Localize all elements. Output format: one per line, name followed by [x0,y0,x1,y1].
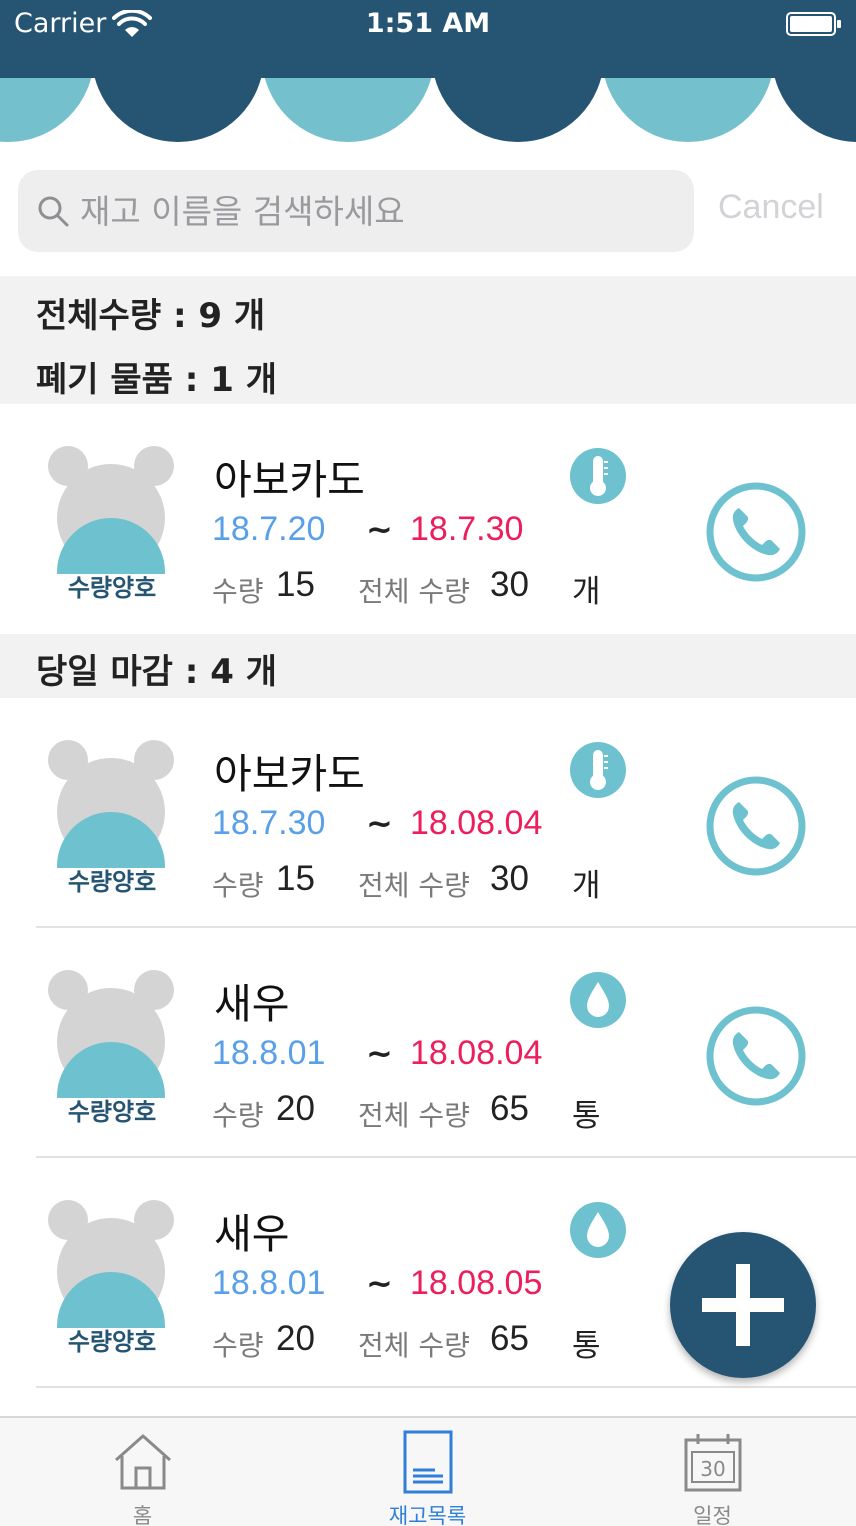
summary-header: 전체수량 : 9 개 폐기 물품 : 1 개 [0,276,856,404]
mascot-quantity-icon [44,970,174,1098]
status-bar: Carrier 1:51 AM [0,0,856,78]
tab-home-label: 홈 [132,1504,153,1526]
inventory-item-row[interactable]: 수량양호 아보카도 18.7.20 ~18.7.30 수량 15 전체 수량 30 개 [0,404,856,634]
wave-scallops [0,78,856,148]
add-item-button[interactable] [670,1232,816,1378]
unit-label: 개 [572,868,601,904]
call-button[interactable] [704,1004,808,1108]
total-quantity-label: 전체 수량 [358,575,470,608]
quantity-label: 수량 [212,1099,264,1132]
quantity-value: 20 [276,1319,315,1358]
quantity-label: 수량 [212,1329,264,1362]
quantity-status-label: 수량양호 [67,1098,157,1126]
tab-schedule-label: 일정 [693,1504,732,1526]
search-row: Cancel [0,148,856,276]
call-button[interactable] [704,774,808,878]
unit-label: 통 [572,1328,601,1364]
start-date: 18.8.01 [212,1264,326,1302]
quantity-status-label: 수량양호 [67,868,157,896]
search-input[interactable] [80,170,680,252]
water-drop-icon [570,1202,626,1258]
expiry-date: 18.08.04 [410,1034,543,1072]
total-quantity-value: 65 [490,1319,529,1358]
tab-inventory[interactable]: 재고목록 [285,1418,570,1526]
expiry-date: 18.08.04 [410,804,543,842]
disposal-count-label: 폐기 물품 : 1 개 [36,360,278,400]
wave-band-mask [0,78,856,148]
battery-icon [786,12,841,36]
item-name: 아보카도 [214,456,365,504]
water-drop-icon [570,972,626,1028]
thermometer-icon [570,448,626,504]
phone-icon [706,776,806,876]
inventory-item-row[interactable]: 수량양호 새우 18.8.01 ~18.08.04 수량 20 전체 수량 65 통 [0,928,856,1158]
start-date: 18.7.30 [212,804,326,842]
document-icon [403,1430,453,1494]
mascot-quantity-icon [44,740,174,868]
calendar-icon: 30 [684,1434,742,1492]
total-quantity-label: 전체수량 : 9 개 [36,296,266,336]
tab-home[interactable]: 홈 [0,1418,285,1526]
total-quantity-value: 30 [490,859,529,898]
total-quantity-label: 전체 수량 [358,869,470,902]
expiry-date: 18.08.05 [410,1264,543,1302]
clock-label: 1:51 AM [365,8,491,39]
tab-schedule[interactable]: 30 일정 [570,1418,855,1526]
total-quantity-label: 전체 수량 [358,1099,470,1132]
total-quantity-label: 전체 수량 [358,1329,470,1362]
date-separator: ~ [366,804,393,842]
cancel-button[interactable]: Cancel [718,188,824,227]
quantity-value: 15 [276,859,315,898]
quantity-status-label: 수량양호 [67,1328,157,1356]
row-divider [36,1386,856,1388]
calendar-day: 30 [700,1457,725,1481]
plus-icon [702,1264,784,1346]
call-button[interactable] [704,480,808,584]
phone-icon [706,1006,806,1106]
tab-bar: 홈 재고목록 30 일정 [0,1416,856,1526]
mascot-quantity-icon [44,1200,174,1328]
item-name: 새우 [214,980,290,1028]
unit-label: 개 [572,574,601,610]
total-quantity-value: 30 [490,565,529,604]
phone-icon [706,482,806,582]
today-deadline-label: 당일 마감 : 4 개 [36,652,278,692]
start-date: 18.7.20 [212,510,326,548]
date-separator: ~ [366,1264,393,1302]
today-deadline-header: 당일 마감 : 4 개 [0,634,856,698]
date-separator: ~ [366,1034,393,1072]
thermometer-icon [570,742,626,798]
unit-label: 통 [572,1098,601,1134]
total-quantity-value: 65 [490,1089,529,1128]
quantity-value: 20 [276,1089,315,1128]
expiry-date: 18.7.30 [410,510,524,548]
start-date: 18.8.01 [212,1034,326,1072]
mascot-quantity-icon [44,446,174,574]
quantity-value: 15 [276,565,315,604]
home-icon [115,1434,171,1490]
quantity-label: 수량 [212,575,264,608]
search-icon [38,196,69,227]
item-name: 새우 [214,1210,290,1258]
search-box[interactable] [18,170,694,252]
date-separator: ~ [366,510,393,548]
quantity-label: 수량 [212,869,264,902]
quantity-status-label: 수량양호 [67,574,157,602]
tab-inventory-label: 재고목록 [388,1504,467,1526]
inventory-item-row[interactable]: 수량양호 아보카도 18.7.30 ~18.08.04 수량 15 전체 수량 30 개 [0,698,856,928]
item-name: 아보카도 [214,750,365,798]
